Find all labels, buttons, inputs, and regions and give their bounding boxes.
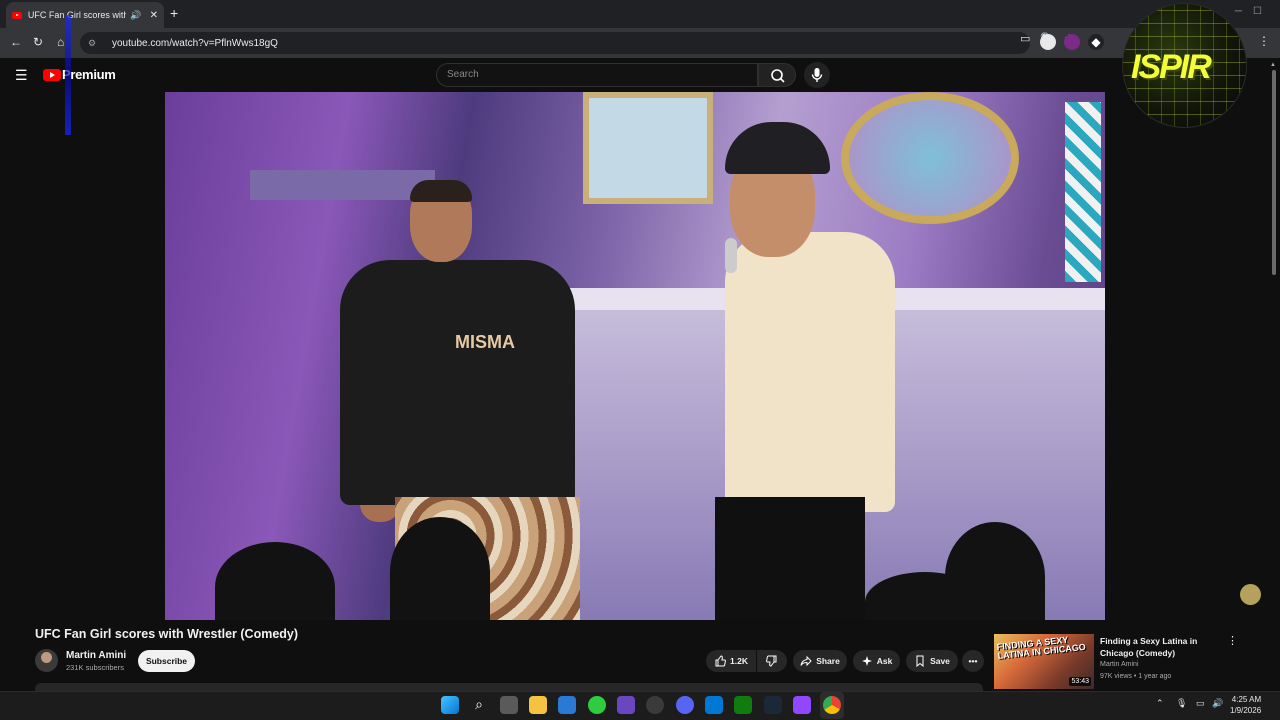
microphone-tray-icon[interactable]: 🎙	[1176, 698, 1187, 709]
hamburger-menu-icon[interactable]: ☰	[15, 67, 28, 84]
like-button[interactable]: 1.2K	[706, 650, 756, 672]
taskbar-clock[interactable]: 4:25 AM 1/9/2026	[1230, 694, 1261, 716]
ask-button[interactable]: Ask	[853, 650, 900, 672]
video-person	[715, 497, 865, 620]
search-taskbar-icon[interactable]: ⌕	[470, 696, 488, 714]
grid-app-icon[interactable]	[617, 696, 635, 714]
back-arrow-icon[interactable]: ←	[10, 35, 22, 49]
tab-title: UFC Fan Girl scores with Wrestler (Comed…	[27, 10, 127, 20]
window-controls[interactable]: ─ ☐	[1235, 6, 1262, 17]
network-icon[interactable]: ▭	[1196, 698, 1205, 709]
recommended-video-channel[interactable]: Martin Amini	[1100, 661, 1139, 668]
overlay-globe-logo: ISPIR	[1122, 3, 1247, 128]
share-icon	[800, 655, 812, 667]
microsoft-store-icon[interactable]	[558, 696, 576, 714]
clock-date: 1/9/2026	[1230, 706, 1262, 715]
overlay-logo-text: ISPIR	[1131, 48, 1212, 86]
thumbnail-text: FINDING A SEXY LATINA IN CHICAGO	[996, 634, 1087, 662]
video-audience	[215, 542, 335, 620]
save-button[interactable]: Save	[906, 650, 958, 672]
voice-search-button[interactable]	[804, 62, 830, 88]
recommendation-menu-icon[interactable]: ⋮	[1227, 634, 1238, 647]
sparkle-icon	[861, 656, 872, 666]
volume-icon[interactable]: 🔊	[1212, 698, 1223, 709]
save-label: Save	[930, 656, 950, 666]
file-explorer-icon[interactable]	[529, 696, 547, 714]
subscribe-button[interactable]: Subscribe	[138, 650, 195, 672]
video-person: MISMA	[455, 332, 515, 352]
address-bar[interactable]: ⚙ youtube.com/watch?v=PflnWws18gQ	[80, 32, 1030, 54]
search-button[interactable]	[758, 63, 796, 87]
recommended-video-meta: 97K views • 1 year ago	[1100, 673, 1172, 680]
more-horizontal-icon: •••	[968, 656, 978, 666]
site-info-icon[interactable]: ⚙	[88, 38, 100, 48]
channel-avatar[interactable]	[35, 649, 58, 672]
video-title: UFC Fan Girl scores with Wrestler (Comed…	[35, 627, 299, 641]
video-microphone	[725, 238, 737, 273]
youtube-favicon-icon	[12, 11, 22, 19]
browser-menu-icon[interactable]: ⋮	[1258, 34, 1270, 48]
youtube-logo-icon[interactable]	[43, 69, 61, 81]
extension-icon[interactable]	[1064, 34, 1080, 50]
search-input[interactable]: Search	[436, 63, 758, 87]
url-text: youtube.com/watch?v=PflnWws18gQ	[112, 37, 278, 49]
instagram-icon[interactable]	[793, 696, 811, 714]
bookmark-icon	[916, 655, 924, 667]
thumbs-down-icon	[766, 655, 777, 667]
windows-taskbar	[0, 691, 1280, 720]
channel-name[interactable]: Martin Amini	[66, 650, 126, 661]
audio-playing-icon[interactable]: 🔊	[130, 10, 141, 21]
page-scrollbar[interactable]	[1272, 70, 1276, 275]
ask-label: Ask	[876, 656, 893, 666]
video-person	[410, 180, 472, 202]
video-player[interactable]: MISMA	[165, 92, 1105, 620]
video-scenery	[250, 170, 435, 200]
scroll-up-arrow-icon[interactable]: ▲	[1270, 62, 1276, 68]
discord-icon[interactable]	[676, 696, 694, 714]
close-tab-icon[interactable]: ✕	[150, 10, 158, 21]
green-app-icon[interactable]	[588, 696, 606, 714]
extension-icon[interactable]	[1040, 34, 1056, 50]
home-icon[interactable]: ⌂	[57, 35, 64, 49]
steam-icon[interactable]	[764, 696, 782, 714]
extension-diamond-icon[interactable]: ◆	[1088, 34, 1104, 50]
windows-start-icon[interactable]	[441, 696, 459, 714]
microphone-icon	[811, 68, 823, 82]
tray-chevron-icon[interactable]: ⌃	[1156, 698, 1164, 709]
search-icon	[771, 69, 785, 83]
description-box[interactable]	[35, 683, 983, 691]
recommended-video-title[interactable]: Finding a Sexy Latina in Chicago (Comedy…	[1100, 635, 1215, 659]
video-audience	[390, 517, 490, 620]
extensions-area: ◆	[1040, 34, 1104, 50]
browser-tabstrip: UFC Fan Girl scores with Wrestler (Comed…	[0, 0, 1280, 28]
new-tab-button[interactable]: +	[170, 5, 178, 21]
cast-icon[interactable]: ▭	[1020, 32, 1030, 45]
task-view-icon[interactable]	[500, 696, 518, 714]
share-button[interactable]: Share	[793, 650, 847, 672]
browser-tab-youtube[interactable]: UFC Fan Girl scores with Wrestler (Comed…	[6, 2, 164, 28]
share-label: Share	[816, 656, 840, 666]
reload-icon[interactable]: ↻	[33, 35, 43, 49]
video-person	[725, 232, 895, 512]
mail-icon[interactable]	[705, 696, 723, 714]
subscriber-count: 231K subscribers	[66, 663, 124, 672]
recommended-video-thumbnail[interactable]: FINDING A SEXY LATINA IN CHICAGO 53:43	[994, 634, 1094, 689]
video-scenery	[1065, 102, 1101, 282]
video-duration: 53:43	[1069, 677, 1091, 686]
chrome-icon[interactable]	[823, 696, 841, 714]
video-person	[340, 260, 575, 505]
xbox-icon[interactable]	[734, 696, 752, 714]
obs-icon[interactable]	[646, 696, 664, 714]
like-count: 1.2K	[730, 656, 748, 666]
youtube-header: ☰ Premium Search	[0, 58, 1280, 92]
video-person	[725, 122, 830, 174]
thumbs-up-icon	[715, 655, 726, 667]
video-scenery	[841, 92, 1019, 224]
video-scenery	[583, 92, 713, 204]
overlay-artifact	[65, 15, 71, 135]
more-actions-button[interactable]: •••	[962, 650, 984, 672]
floating-avatar-icon[interactable]	[1240, 584, 1261, 605]
clock-time: 4:25 AM	[1231, 695, 1262, 704]
dislike-button[interactable]	[757, 650, 787, 672]
